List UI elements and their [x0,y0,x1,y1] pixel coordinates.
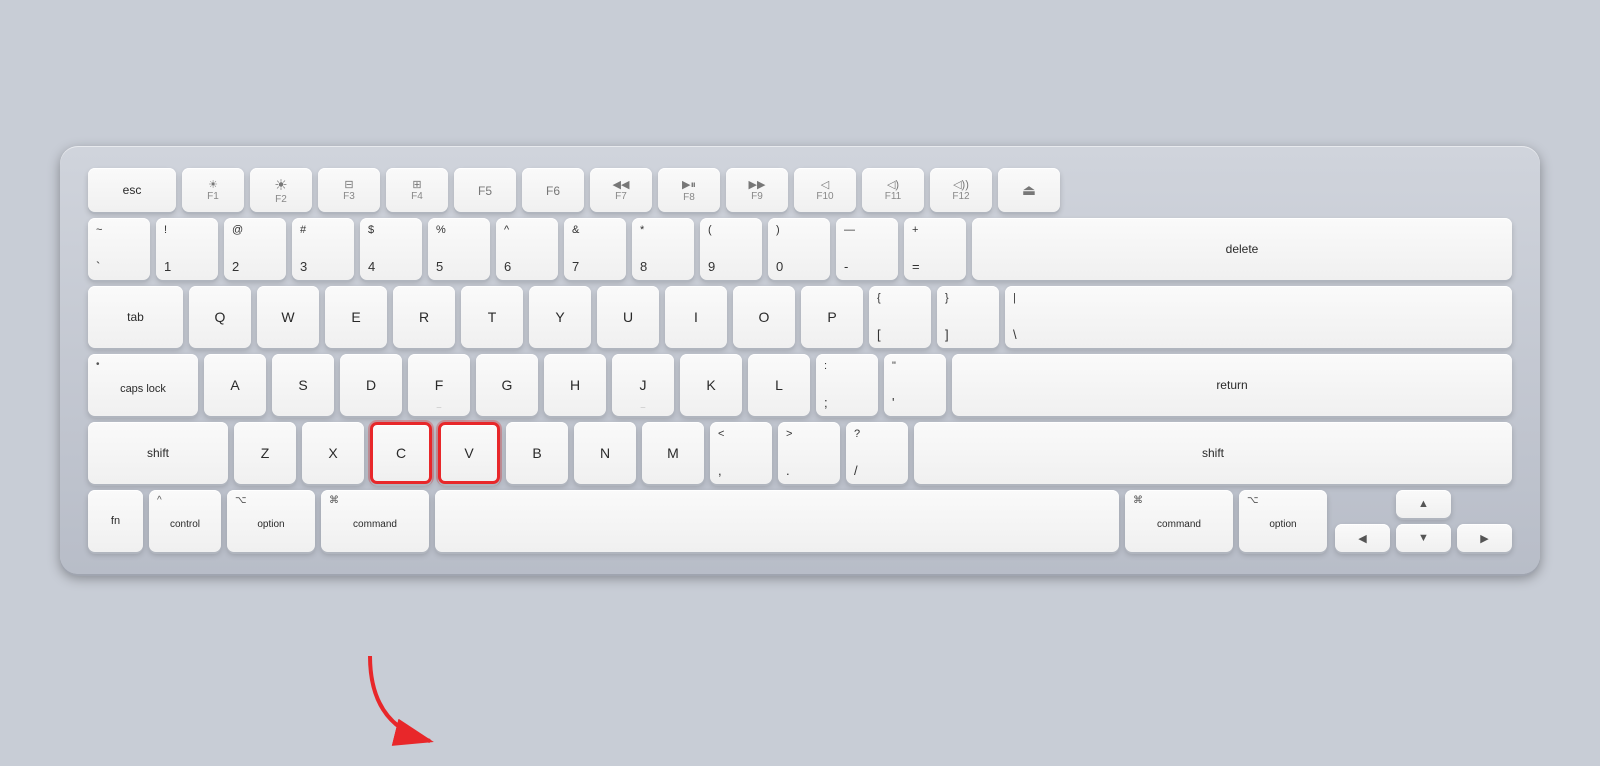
key-arrow-right[interactable]: ▶ [1457,524,1512,552]
key-control-left[interactable]: ^ control [149,490,221,552]
key-h[interactable]: H [544,354,606,416]
key-q[interactable]: Q [189,286,251,348]
key-l[interactable]: L [748,354,810,416]
key-option-right[interactable]: ⌥ option [1239,490,1327,552]
number-row: ~ ` ! 1 @ 2 # 3 $ 4 % 5 ^ 6 [88,218,1512,280]
key-2[interactable]: @ 2 [224,218,286,280]
key-fn[interactable]: fn [88,490,143,552]
key-command-right[interactable]: ⌘ command [1125,490,1233,552]
key-equals[interactable]: + = [904,218,966,280]
key-capslock[interactable]: • caps lock [88,354,198,416]
key-f4[interactable]: ⊞ F4 [386,168,448,212]
zxcv-row: shift Z X C V B N M < , > . ? / shift [88,422,1512,484]
key-f[interactable]: F _ [408,354,470,416]
key-esc[interactable]: esc [88,168,176,212]
key-quote[interactable]: " ' [884,354,946,416]
arrow-top: ▲ [1335,490,1512,518]
key-b[interactable]: B [506,422,568,484]
key-7[interactable]: & 7 [564,218,626,280]
key-eject[interactable]: ⏏ [998,168,1060,212]
key-z[interactable]: Z [234,422,296,484]
key-tab[interactable]: tab [88,286,183,348]
key-8[interactable]: * 8 [632,218,694,280]
key-slash[interactable]: ? / [846,422,908,484]
key-minus[interactable]: — - [836,218,898,280]
key-d[interactable]: D [340,354,402,416]
key-3[interactable]: # 3 [292,218,354,280]
key-o[interactable]: O [733,286,795,348]
key-a[interactable]: A [204,354,266,416]
key-i[interactable]: I [665,286,727,348]
key-semicolon[interactable]: : ; [816,354,878,416]
key-command-left[interactable]: ⌘ command [321,490,429,552]
key-space[interactable] [435,490,1119,552]
key-f11[interactable]: ◁) F11 [862,168,924,212]
keyboard: esc ☀ F1 ☀ F2 ⊟ F3 ⊞ F4 F5 F6 [60,146,1540,574]
key-f6[interactable]: F6 [522,168,584,212]
key-5[interactable]: % 5 [428,218,490,280]
key-e[interactable]: E [325,286,387,348]
key-f10[interactable]: ◁ F10 [794,168,856,212]
key-y[interactable]: Y [529,286,591,348]
key-f5[interactable]: F5 [454,168,516,212]
key-t[interactable]: T [461,286,523,348]
qwerty-row: tab Q W E R T Y U I O P { [ } ] | \ [88,286,1512,348]
key-arrow-down[interactable]: ▼ [1396,524,1451,552]
key-c[interactable]: C [370,422,432,484]
key-j[interactable]: J _ [612,354,674,416]
key-u[interactable]: U [597,286,659,348]
key-f7[interactable]: ◀◀ F7 [590,168,652,212]
key-comma[interactable]: < , [710,422,772,484]
arrow-bottom: ◀ ▼ ▶ [1335,524,1512,552]
key-0[interactable]: ) 0 [768,218,830,280]
key-4[interactable]: $ 4 [360,218,422,280]
key-f2[interactable]: ☀ F2 [250,168,312,212]
key-v[interactable]: V [438,422,500,484]
key-f12[interactable]: ◁)) F12 [930,168,992,212]
key-x[interactable]: X [302,422,364,484]
key-rbracket[interactable]: } ] [937,286,999,348]
key-return[interactable]: return [952,354,1512,416]
fn-row: esc ☀ F1 ☀ F2 ⊟ F3 ⊞ F4 F5 F6 [88,168,1512,212]
key-r[interactable]: R [393,286,455,348]
key-shift-left[interactable]: shift [88,422,228,484]
key-lbracket[interactable]: { [ [869,286,931,348]
key-1[interactable]: ! 1 [156,218,218,280]
key-n[interactable]: N [574,422,636,484]
key-backslash[interactable]: | \ [1005,286,1512,348]
key-9[interactable]: ( 9 [700,218,762,280]
key-f3[interactable]: ⊟ F3 [318,168,380,212]
key-p[interactable]: P [801,286,863,348]
key-shift-right[interactable]: shift [914,422,1512,484]
key-s[interactable]: S [272,354,334,416]
key-6[interactable]: ^ 6 [496,218,558,280]
key-g[interactable]: G [476,354,538,416]
key-f9[interactable]: ▶▶ F9 [726,168,788,212]
key-arrow-up[interactable]: ▲ [1396,490,1451,518]
key-w[interactable]: W [257,286,319,348]
key-f8[interactable]: ▶⏸ F8 [658,168,720,212]
key-arrow-left[interactable]: ◀ [1335,524,1390,552]
key-k[interactable]: K [680,354,742,416]
key-period[interactable]: > . [778,422,840,484]
modifier-row: fn ^ control ⌥ option ⌘ command ⌘ comman… [88,490,1512,552]
key-delete[interactable]: delete [972,218,1512,280]
key-f1[interactable]: ☀ F1 [182,168,244,212]
key-backtick[interactable]: ~ ` [88,218,150,280]
arrow-key-cluster: ▲ ◀ ▼ ▶ [1335,490,1512,552]
key-m[interactable]: M [642,422,704,484]
key-option-left[interactable]: ⌥ option [227,490,315,552]
asdf-row: • caps lock A S D F _ G H J _ K L : ; " … [88,354,1512,416]
